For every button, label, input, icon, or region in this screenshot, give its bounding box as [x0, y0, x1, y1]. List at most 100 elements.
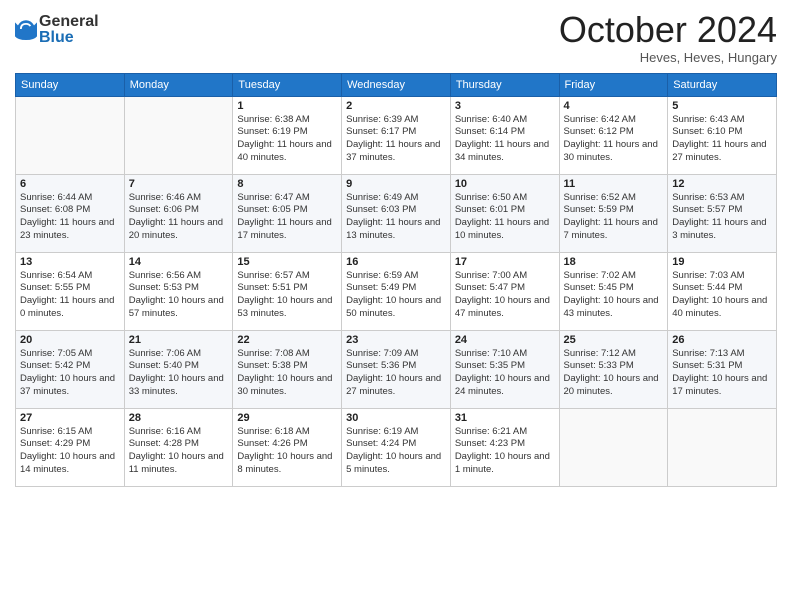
calendar-week-4: 20 Sunrise: 7:05 AM Sunset: 5:42 PM Dayli…: [16, 330, 777, 408]
day-info: Sunrise: 6:15 AM Sunset: 4:29 PM Dayligh…: [20, 426, 120, 477]
day-info: Sunrise: 6:39 AM Sunset: 6:17 PM Dayligh…: [346, 114, 446, 165]
day-number: 24: [455, 334, 555, 346]
calendar-cell: 1Sunrise: 6:38 AM Sunset: 6:19 PM Daylig…: [233, 96, 342, 174]
day-info: Sunrise: 6:44 AM Sunset: 6:08 PM Dayligh…: [20, 192, 120, 243]
calendar-cell: 12Sunrise: 6:53 AM Sunset: 5:57 PM Dayli…: [668, 174, 777, 252]
calendar-cell: 24 Sunrise: 7:10 AM Sunset: 5:35 PM Dayli…: [450, 330, 559, 408]
calendar-cell: 17Sunrise: 7:00 AM Sunset: 5:47 PM Dayli…: [450, 252, 559, 330]
calendar-cell: 21 Sunrise: 7:06 AM Sunset: 5:40 PM Dayli…: [124, 330, 233, 408]
day-number: 26: [672, 334, 772, 346]
day-number: 19: [672, 256, 772, 268]
calendar-week-3: 13 Sunrise: 6:54 AM Sunset: 5:55 PM Dayli…: [16, 252, 777, 330]
day-info: Sunrise: 6:53 AM Sunset: 5:57 PM Dayligh…: [672, 192, 772, 243]
col-saturday: Saturday: [668, 73, 777, 96]
calendar-cell: [16, 96, 125, 174]
logo-general: General: [39, 14, 99, 30]
logo-icon: [15, 18, 37, 40]
logo-text: General Blue: [39, 14, 99, 46]
month-title: October 2024: [559, 10, 777, 50]
day-number: 9: [346, 178, 446, 190]
day-number: 15: [237, 256, 337, 268]
day-number: 3: [455, 100, 555, 112]
calendar-cell: 27Sunrise: 6:15 AM Sunset: 4:29 PM Dayli…: [16, 408, 125, 486]
calendar-cell: 6Sunrise: 6:44 AM Sunset: 6:08 PM Daylig…: [16, 174, 125, 252]
day-number: 17: [455, 256, 555, 268]
day-number: 21: [129, 334, 229, 346]
title-block: October 2024 Heves, Heves, Hungary: [559, 10, 777, 65]
col-wednesday: Wednesday: [342, 73, 451, 96]
logo-blue: Blue: [39, 30, 99, 46]
day-info: Sunrise: 6:49 AM Sunset: 6:03 PM Dayligh…: [346, 192, 446, 243]
calendar-cell: 11 Sunrise: 6:52 AM Sunset: 5:59 PM Dayli…: [559, 174, 668, 252]
day-info: Sunrise: 6:54 AM Sunset: 5:55 PM Dayligh…: [20, 270, 120, 321]
day-number: 22: [237, 334, 337, 346]
day-number: 28: [129, 412, 229, 424]
calendar-cell: [124, 96, 233, 174]
day-info: Sunrise: 6:52 AM Sunset: 5:59 PM Dayligh…: [564, 192, 664, 243]
calendar-cell: 28Sunrise: 6:16 AM Sunset: 4:28 PM Dayli…: [124, 408, 233, 486]
day-number: 4: [564, 100, 664, 112]
day-number: 31: [455, 412, 555, 424]
calendar-cell: 22 Sunrise: 7:08 AM Sunset: 5:38 PM Dayli…: [233, 330, 342, 408]
day-info: Sunrise: 7:08 AM Sunset: 5:38 PM Dayligh…: [237, 348, 337, 399]
day-number: 25: [564, 334, 664, 346]
calendar-cell: 29 Sunrise: 6:18 AM Sunset: 4:26 PM Dayli…: [233, 408, 342, 486]
calendar-cell: 13 Sunrise: 6:54 AM Sunset: 5:55 PM Dayli…: [16, 252, 125, 330]
calendar-cell: [668, 408, 777, 486]
day-number: 16: [346, 256, 446, 268]
calendar-cell: 5Sunrise: 6:43 AM Sunset: 6:10 PM Daylig…: [668, 96, 777, 174]
calendar-cell: 9 Sunrise: 6:49 AM Sunset: 6:03 PM Daylig…: [342, 174, 451, 252]
calendar-cell: 16 Sunrise: 6:59 AM Sunset: 5:49 PM Dayli…: [342, 252, 451, 330]
calendar-cell: [559, 408, 668, 486]
day-number: 1: [237, 100, 337, 112]
header: General Blue October 2024 Heves, Heves, …: [15, 10, 777, 65]
calendar-cell: 3Sunrise: 6:40 AM Sunset: 6:14 PM Daylig…: [450, 96, 559, 174]
day-info: Sunrise: 7:06 AM Sunset: 5:40 PM Dayligh…: [129, 348, 229, 399]
day-info: Sunrise: 6:46 AM Sunset: 6:06 PM Dayligh…: [129, 192, 229, 243]
day-info: Sunrise: 6:59 AM Sunset: 5:49 PM Dayligh…: [346, 270, 446, 321]
day-number: 20: [20, 334, 120, 346]
col-tuesday: Tuesday: [233, 73, 342, 96]
day-number: 7: [129, 178, 229, 190]
day-number: 13: [20, 256, 120, 268]
day-info: Sunrise: 6:57 AM Sunset: 5:51 PM Dayligh…: [237, 270, 337, 321]
calendar-cell: 2 Sunrise: 6:39 AM Sunset: 6:17 PM Daylig…: [342, 96, 451, 174]
day-info: Sunrise: 6:42 AM Sunset: 6:12 PM Dayligh…: [564, 114, 664, 165]
day-info: Sunrise: 6:21 AM Sunset: 4:23 PM Dayligh…: [455, 426, 555, 477]
day-number: 29: [237, 412, 337, 424]
calendar: Sunday Monday Tuesday Wednesday Thursday…: [15, 73, 777, 487]
day-number: 14: [129, 256, 229, 268]
col-sunday: Sunday: [16, 73, 125, 96]
day-info: Sunrise: 7:09 AM Sunset: 5:36 PM Dayligh…: [346, 348, 446, 399]
day-number: 23: [346, 334, 446, 346]
day-info: Sunrise: 6:18 AM Sunset: 4:26 PM Dayligh…: [237, 426, 337, 477]
day-info: Sunrise: 6:50 AM Sunset: 6:01 PM Dayligh…: [455, 192, 555, 243]
calendar-cell: 15 Sunrise: 6:57 AM Sunset: 5:51 PM Dayli…: [233, 252, 342, 330]
col-friday: Friday: [559, 73, 668, 96]
day-number: 11: [564, 178, 664, 190]
calendar-cell: 8Sunrise: 6:47 AM Sunset: 6:05 PM Daylig…: [233, 174, 342, 252]
day-info: Sunrise: 6:19 AM Sunset: 4:24 PM Dayligh…: [346, 426, 446, 477]
day-number: 18: [564, 256, 664, 268]
day-info: Sunrise: 7:12 AM Sunset: 5:33 PM Dayligh…: [564, 348, 664, 399]
col-monday: Monday: [124, 73, 233, 96]
day-info: Sunrise: 6:43 AM Sunset: 6:10 PM Dayligh…: [672, 114, 772, 165]
calendar-week-2: 6Sunrise: 6:44 AM Sunset: 6:08 PM Daylig…: [16, 174, 777, 252]
calendar-cell: 4 Sunrise: 6:42 AM Sunset: 6:12 PM Daylig…: [559, 96, 668, 174]
calendar-week-5: 27Sunrise: 6:15 AM Sunset: 4:29 PM Dayli…: [16, 408, 777, 486]
calendar-cell: 25 Sunrise: 7:12 AM Sunset: 5:33 PM Dayli…: [559, 330, 668, 408]
calendar-week-1: 1Sunrise: 6:38 AM Sunset: 6:19 PM Daylig…: [16, 96, 777, 174]
calendar-cell: 30 Sunrise: 6:19 AM Sunset: 4:24 PM Dayli…: [342, 408, 451, 486]
day-number: 30: [346, 412, 446, 424]
calendar-cell: 14Sunrise: 6:56 AM Sunset: 5:53 PM Dayli…: [124, 252, 233, 330]
location: Heves, Heves, Hungary: [559, 50, 777, 65]
calendar-header-row: Sunday Monday Tuesday Wednesday Thursday…: [16, 73, 777, 96]
calendar-cell: 20 Sunrise: 7:05 AM Sunset: 5:42 PM Dayli…: [16, 330, 125, 408]
calendar-cell: 31 Sunrise: 6:21 AM Sunset: 4:23 PM Dayli…: [450, 408, 559, 486]
logo: General Blue: [15, 14, 99, 46]
calendar-cell: 18Sunrise: 7:02 AM Sunset: 5:45 PM Dayli…: [559, 252, 668, 330]
day-number: 2: [346, 100, 446, 112]
calendar-cell: 7 Sunrise: 6:46 AM Sunset: 6:06 PM Daylig…: [124, 174, 233, 252]
day-info: Sunrise: 7:10 AM Sunset: 5:35 PM Dayligh…: [455, 348, 555, 399]
day-info: Sunrise: 7:05 AM Sunset: 5:42 PM Dayligh…: [20, 348, 120, 399]
